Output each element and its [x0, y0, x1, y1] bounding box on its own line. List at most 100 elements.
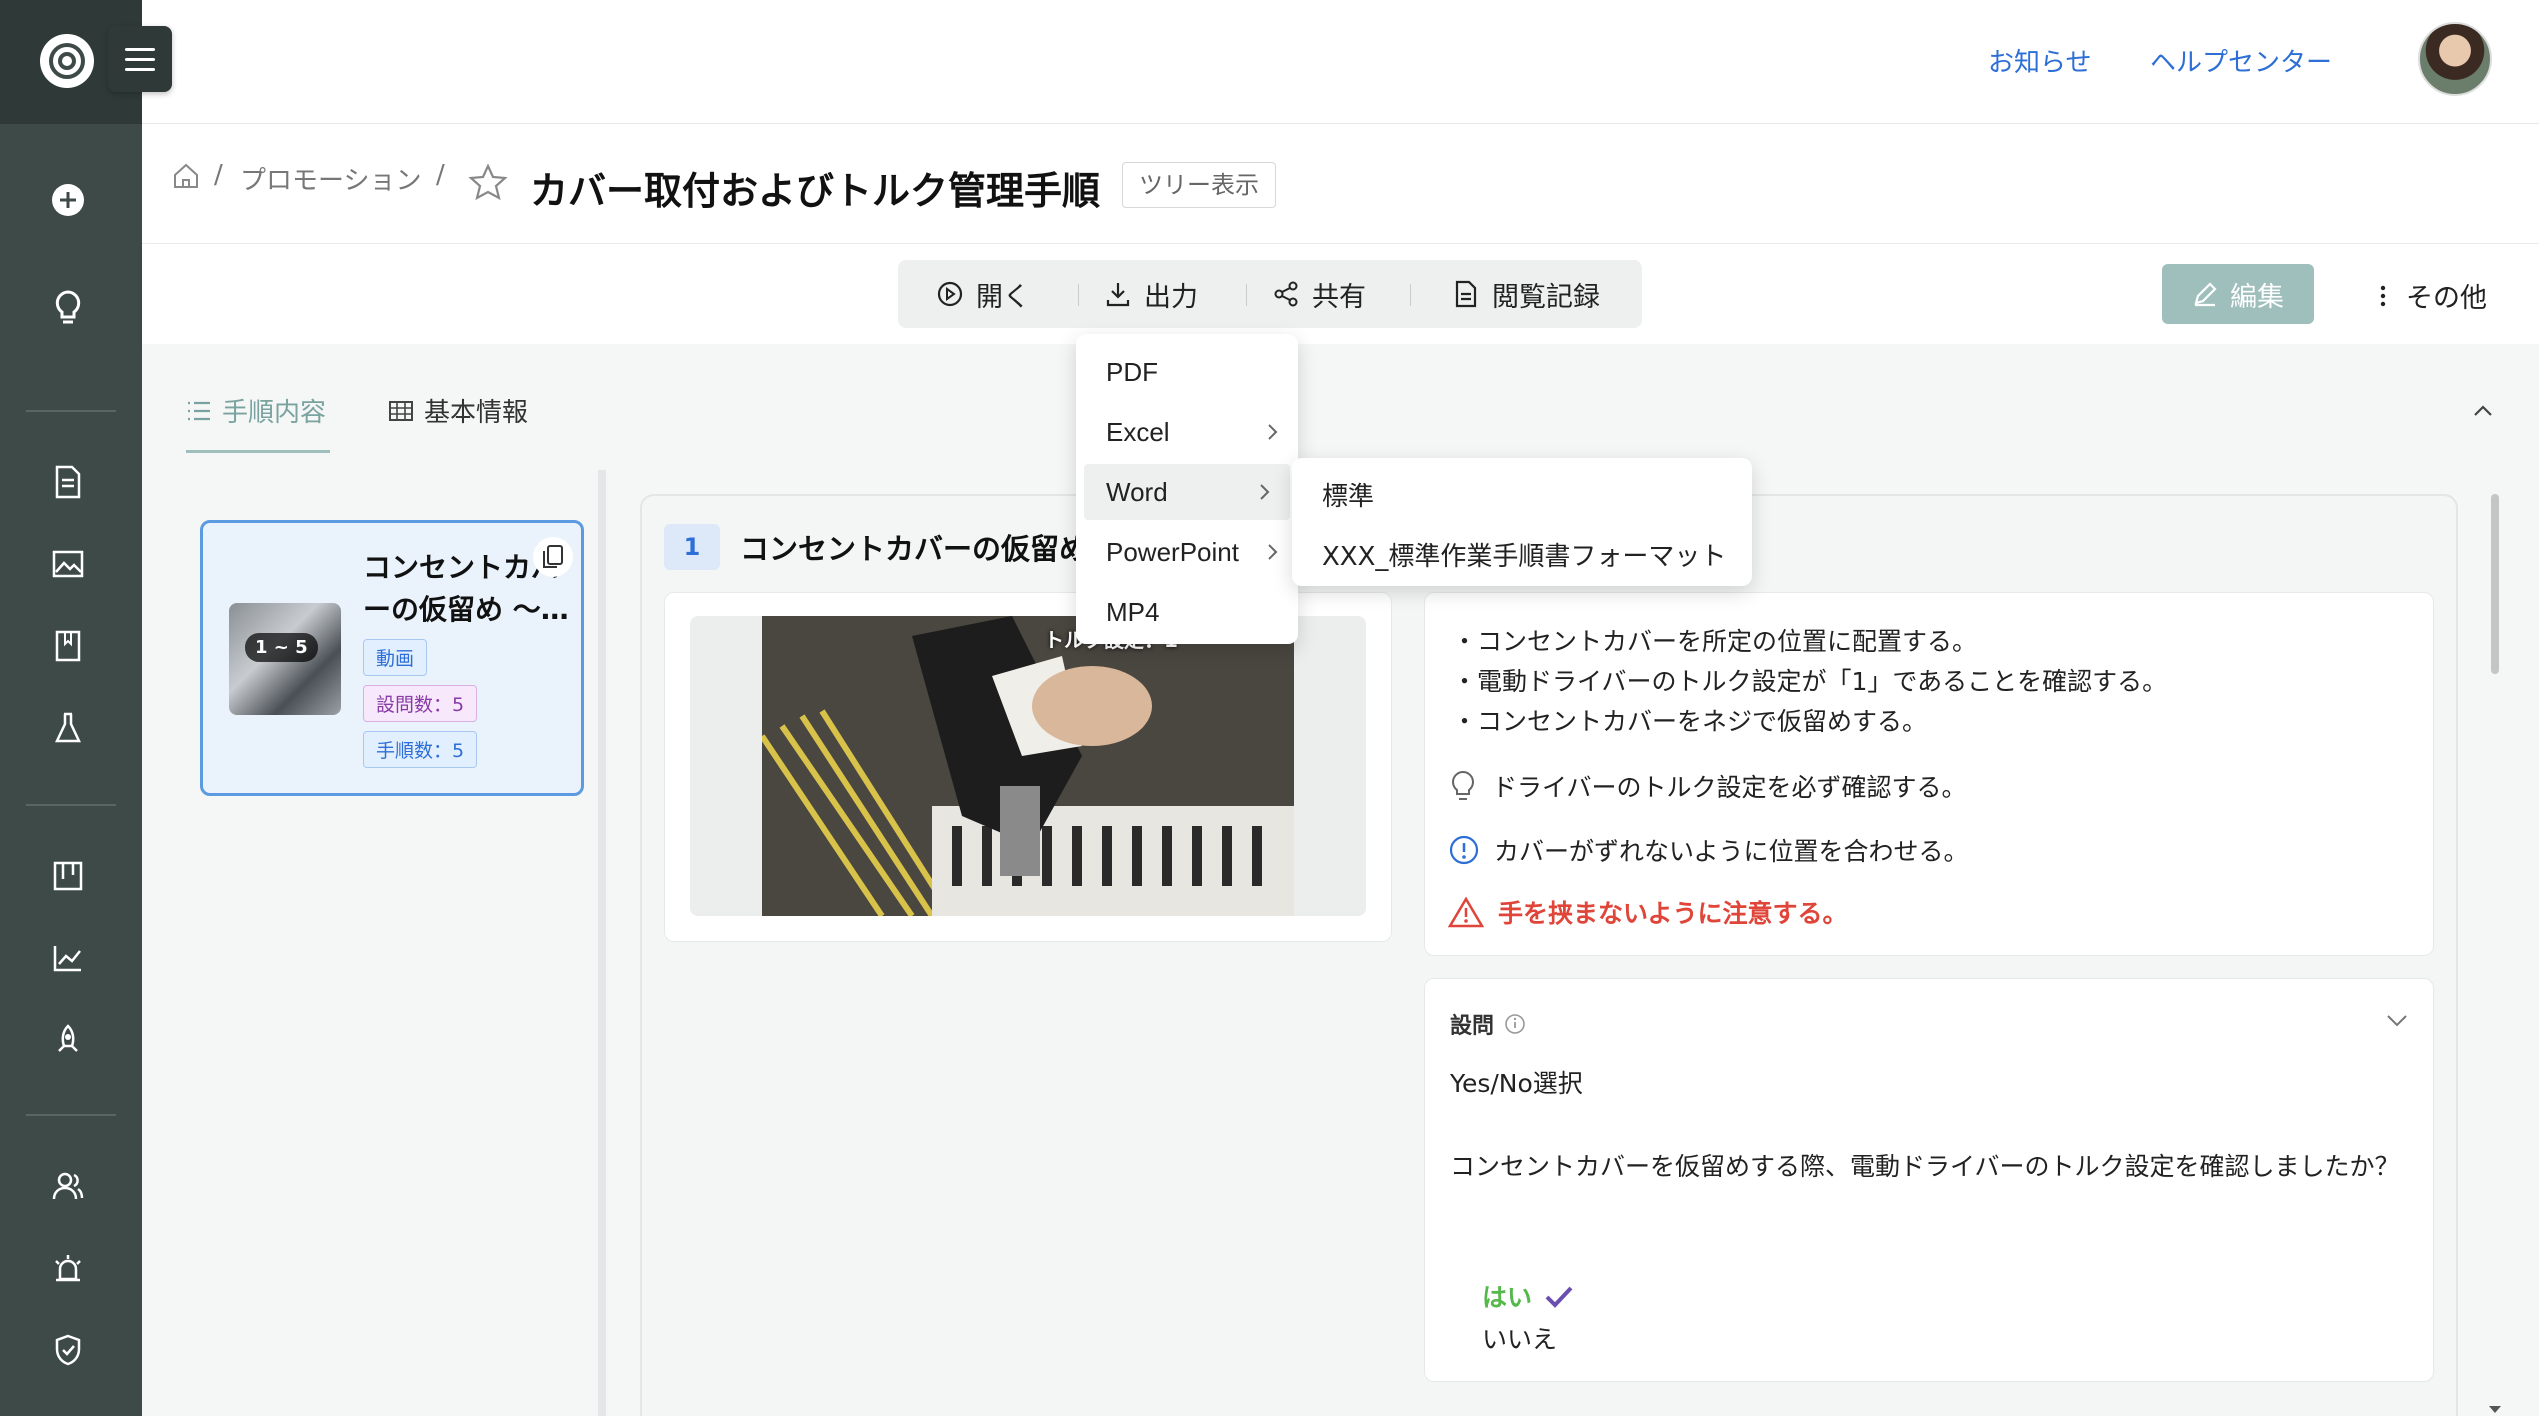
chevron-up-icon[interactable]	[2470, 398, 2496, 424]
export-word-label: Word	[1106, 477, 1168, 507]
warning-triangle-icon	[1448, 896, 1484, 928]
table-icon	[389, 400, 413, 421]
step-title: コンセントカバーの仮留め	[740, 532, 1089, 566]
step-range-badge: 1 ~ 5	[245, 633, 318, 662]
lightbulb-icon	[1452, 770, 1474, 800]
info-circle-icon	[1449, 835, 1479, 865]
tab-basic-info[interactable]: 基本情報	[388, 392, 528, 429]
answer-option-yes[interactable]: はい	[1482, 1278, 1574, 1314]
tree-view-button[interactable]: ツリー表示	[1122, 162, 1276, 208]
warning-text: 手を挟まないように注意する。	[1498, 899, 1848, 928]
export-label: 出力	[1144, 281, 1198, 313]
instruction-bullet: ・電動ドライバーのトルク設定が「1」であることを確認する。	[1452, 667, 2168, 696]
star-icon[interactable]	[468, 163, 508, 206]
chevron-right-icon	[1268, 424, 1278, 440]
step-video[interactable]: トルク設定：1	[762, 616, 1294, 916]
document-icon[interactable]	[46, 460, 90, 504]
open-label: 開く	[976, 281, 1030, 313]
export-powerpoint-label: PowerPoint	[1106, 537, 1239, 567]
info-note: カバーがずれないように位置を合わせる。	[1448, 832, 1969, 868]
alarm-icon[interactable]	[46, 1246, 90, 1290]
sidebar	[0, 0, 142, 1416]
word-format-submenu: 標準 XXX_標準作業手順書フォーマット	[1292, 458, 1752, 586]
chart-icon[interactable]	[46, 936, 90, 980]
app-logo[interactable]	[40, 34, 94, 88]
sidebar-divider	[26, 410, 116, 412]
copy-icon[interactable]	[533, 537, 573, 577]
info-icon	[1505, 1014, 1525, 1034]
export-pdf-item[interactable]: PDF	[1076, 344, 1298, 400]
notice-link[interactable]: お知らせ	[1988, 42, 2091, 79]
active-tab-indicator	[186, 450, 330, 453]
scrollbar-thumb[interactable]	[2491, 494, 2499, 674]
view-history-label: 閲覧記録	[1492, 281, 1600, 313]
video-tag: 動画	[363, 639, 428, 676]
open-button[interactable]: 開く	[936, 272, 1030, 316]
breadcrumb-folder[interactable]: プロモーション	[240, 160, 421, 197]
breadcrumb-separator: /	[436, 160, 445, 190]
tab-steps[interactable]: 手順内容	[186, 392, 326, 429]
more-vertical-icon	[2380, 285, 2386, 306]
export-mp4-item[interactable]: MP4	[1076, 584, 1298, 640]
chevron-right-icon	[1260, 484, 1270, 500]
question-type: Yes/No選択	[1450, 1069, 1583, 1098]
more-label: その他	[2406, 283, 2487, 314]
scroll-down-arrow-icon[interactable]	[2488, 1400, 2502, 1416]
breadcrumb-separator: /	[214, 160, 223, 190]
toolbar-divider	[1078, 284, 1079, 306]
shield-icon[interactable]	[46, 1328, 90, 1372]
flask-icon[interactable]	[46, 706, 90, 750]
play-circle-icon	[937, 281, 963, 307]
file-text-icon	[1455, 280, 1477, 308]
export-excel-item[interactable]: Excel	[1076, 404, 1298, 460]
tab-basic-info-label: 基本情報	[424, 398, 529, 428]
question-count-tag: 設問数：5	[363, 685, 478, 722]
export-button[interactable]: 出力	[1104, 272, 1198, 316]
step-count-tag: 手順数：5	[363, 731, 478, 768]
home-icon[interactable]	[172, 162, 200, 197]
word-standard-item[interactable]: 標準	[1322, 476, 1374, 513]
step-number: 1	[664, 524, 720, 570]
share-label: 共有	[1312, 281, 1366, 313]
view-history-button[interactable]: 閲覧記録	[1452, 272, 1600, 316]
warning-note: 手を挟まないように注意する。	[1448, 894, 1848, 930]
toolbar-divider	[1246, 284, 1247, 306]
export-excel-label: Excel	[1106, 417, 1170, 447]
hamburger-menu-icon[interactable]	[108, 26, 172, 92]
toolbar-divider	[1410, 284, 1411, 306]
sidebar-divider-2	[26, 804, 116, 806]
board-icon[interactable]	[46, 854, 90, 898]
pencil-icon	[2194, 282, 2217, 307]
share-button[interactable]: 共有	[1272, 272, 1366, 316]
panel-divider[interactable]	[598, 470, 606, 1416]
tip-text: ドライバーのトルク設定を必ず確認する。	[1492, 773, 1967, 802]
users-icon[interactable]	[46, 1164, 90, 1208]
instruction-bullet: ・コンセントカバーをネジで仮留めする。	[1452, 707, 1928, 736]
avatar[interactable]	[2418, 22, 2492, 96]
edit-button[interactable]: 編集	[2162, 264, 2314, 324]
add-icon[interactable]	[46, 178, 90, 222]
step-group-card[interactable]: 1 ~ 5 コンセントカバーの仮留め 〜… 動画 設問数：5 手順数：5	[200, 520, 584, 796]
export-word-item[interactable]: Word	[1084, 464, 1290, 520]
tab-steps-label: 手順内容	[222, 398, 327, 428]
help-center-link[interactable]: ヘルプセンター	[2150, 42, 2332, 79]
export-powerpoint-item[interactable]: PowerPoint	[1076, 524, 1298, 580]
more-button[interactable]: その他	[2380, 276, 2487, 315]
answer-option-no[interactable]: いいえ	[1482, 1320, 1557, 1356]
question-label: 設問	[1450, 1008, 1526, 1040]
book-icon[interactable]	[46, 624, 90, 668]
question-text: コンセントカバーを仮留めする際、電動ドライバーのトルク設定を確認しましたか？	[1450, 1152, 2400, 1181]
lightbulb-icon[interactable]	[46, 286, 90, 330]
chevron-down-icon[interactable]	[2384, 1010, 2410, 1034]
check-icon	[1545, 1286, 1573, 1308]
list-icon	[188, 401, 210, 420]
download-icon	[1106, 283, 1130, 307]
instruction-bullet: ・コンセントカバーを所定の位置に配置する。	[1452, 627, 1978, 656]
word-custom-format-item[interactable]: XXX_標準作業手順書フォーマット	[1322, 536, 1726, 573]
sidebar-divider-3	[26, 1114, 116, 1116]
chevron-right-icon	[1268, 544, 1278, 560]
answer-yes-label: はい	[1482, 1283, 1533, 1312]
image-icon[interactable]	[46, 542, 90, 586]
page-title: カバー取付およびトルク管理手順	[530, 169, 1101, 213]
rocket-icon[interactable]	[46, 1018, 90, 1062]
